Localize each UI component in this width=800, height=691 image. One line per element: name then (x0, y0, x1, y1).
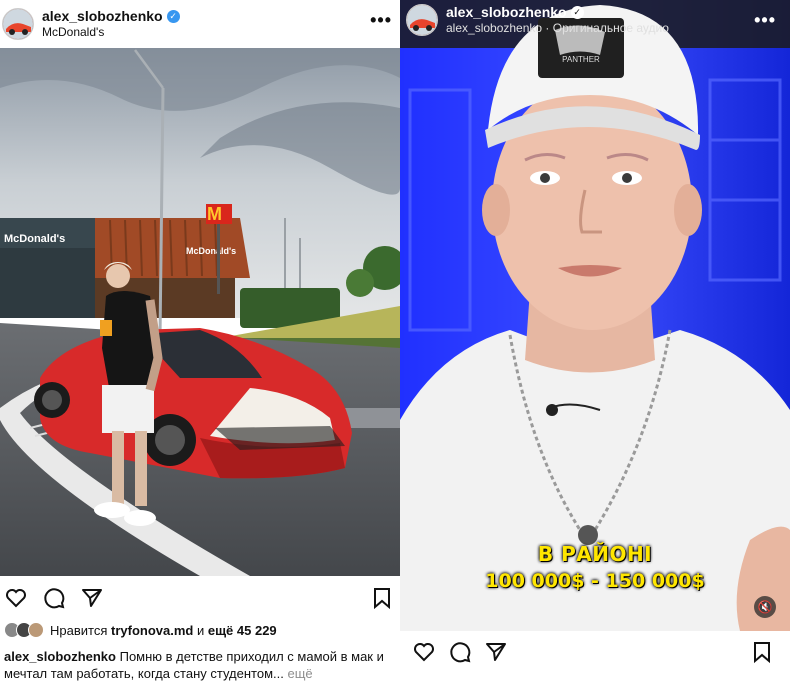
caption-more-link[interactable]: ещё (287, 666, 312, 681)
verified-icon: ✓ (166, 9, 180, 23)
like-icon[interactable] (4, 586, 28, 610)
reel-username[interactable]: alex_slobozhenko (446, 4, 567, 20)
profile-avatar[interactable] (2, 8, 34, 40)
likes-and: и (196, 622, 205, 638)
video-subtitles: В РАЙОНІ 100 000$ - 150 000$ (400, 542, 790, 592)
post-photo[interactable]: McDonald's McDonald's M (0, 48, 400, 576)
username-row[interactable]: alex_slobozhenko ✓ (42, 8, 180, 24)
likes-row[interactable]: Нравится tryfonova.md и ещё 45 229 (4, 622, 277, 638)
reel-username-row[interactable]: alex_slobozhenko ✓ (446, 4, 669, 20)
likes-prefix: Нравится (50, 622, 108, 638)
location-label[interactable]: McDonald's (42, 24, 180, 40)
reel-header: alex_slobozhenko ✓ alex_slobozhenko · Ор… (400, 0, 790, 40)
left-post: alex_slobozhenko ✓ McDonald's ••• McDona… (0, 0, 400, 691)
reel-video[interactable]: PANTHER В РАЙОНІ 100 000$ - 150 000$ 🔇 (400, 0, 790, 631)
right-post: PANTHER В РАЙОНІ 100 000$ - 150 000$ 🔇 a… (400, 0, 790, 691)
caption-username[interactable]: alex_slobozhenko (4, 649, 116, 664)
reel-share-icon[interactable] (484, 640, 508, 664)
likes-user[interactable]: tryfonova.md (111, 623, 193, 638)
cap-logo-text: PANTHER (562, 55, 600, 64)
post-caption: alex_slobozhenko Помню в детстве приходи… (4, 648, 394, 682)
profile-avatar-reel[interactable] (406, 4, 438, 36)
photo-scene: McDonald's McDonald's M (0, 48, 400, 576)
sign-mcdonalds-2: McDonald's (186, 246, 236, 256)
reel-actions (400, 640, 790, 670)
likes-count[interactable]: ещё 45 229 (208, 623, 277, 638)
comment-icon[interactable] (42, 586, 66, 610)
liker-avatars (4, 622, 44, 638)
post-header: alex_slobozhenko ✓ McDonald's ••• (0, 0, 400, 48)
subtitle-line-1: В РАЙОНІ (537, 542, 653, 566)
sign-mcdonalds: McDonald's (4, 233, 65, 245)
reel-comment-icon[interactable] (448, 640, 472, 664)
svg-text:M: M (207, 204, 222, 224)
video-scene: PANTHER (400, 0, 790, 631)
verified-icon: ✓ (570, 5, 584, 19)
share-icon[interactable] (80, 586, 104, 610)
mute-icon[interactable]: 🔇 (754, 596, 776, 618)
audio-label[interactable]: alex_slobozhenko · Оригинальное аудио (446, 20, 669, 36)
more-options-icon[interactable]: ••• (370, 10, 392, 31)
username[interactable]: alex_slobozhenko (42, 8, 163, 24)
post-actions (0, 586, 400, 616)
reel-bookmark-icon[interactable] (750, 640, 774, 664)
reel-more-options-icon[interactable]: ••• (754, 10, 776, 31)
subtitle-line-2: 100 000$ - 150 000$ (485, 570, 705, 592)
bookmark-icon[interactable] (370, 586, 394, 610)
reel-like-icon[interactable] (412, 640, 436, 664)
